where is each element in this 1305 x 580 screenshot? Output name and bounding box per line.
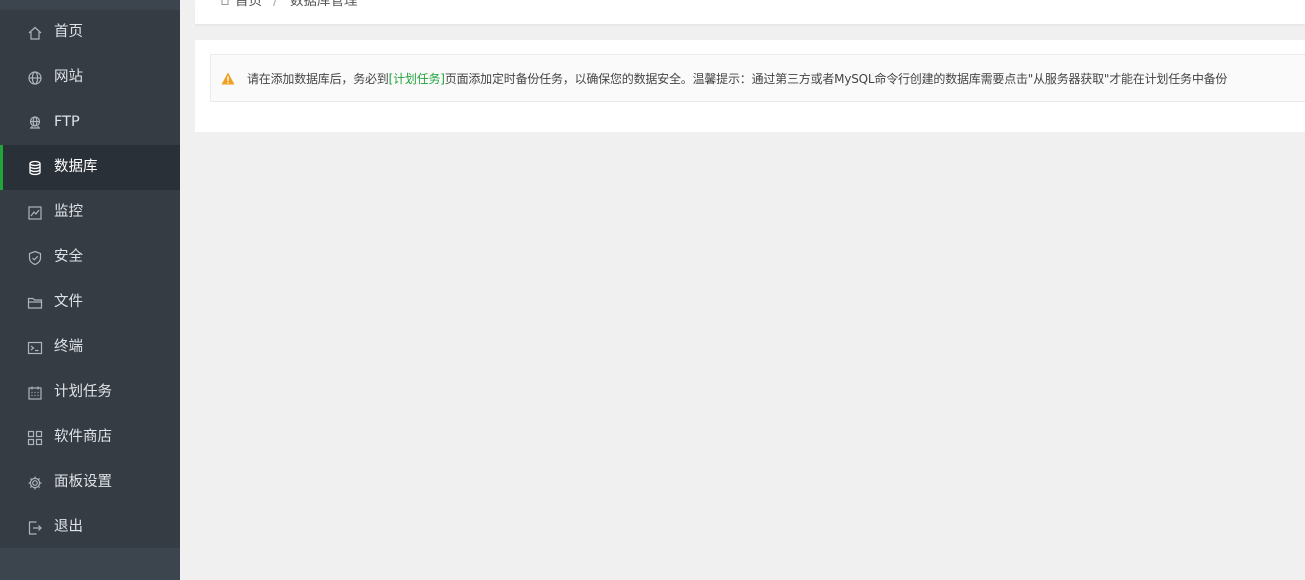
apps-icon [27,430,43,446]
breadcrumb-separator: / [273,0,278,9]
sidebar-item-cron[interactable]: 计划任务 [0,370,180,415]
sidebar: 首页 网站 FTP 数据库 监控 安全 文件 终端 计划任务 软件商店 面板设置… [0,0,180,580]
sidebar-item-label: 安全 [54,249,83,265]
sidebar-item-label: 退出 [54,519,83,535]
sidebar-item-label: 文件 [54,294,83,310]
sidebar-item-ftp[interactable]: FTP [0,100,180,145]
sidebar-item-label: 软件商店 [54,429,112,445]
ftp-icon [27,115,43,131]
sidebar-item-label: 计划任务 [54,384,112,400]
logout-icon [27,520,43,536]
sidebar-nav: 首页 网站 FTP 数据库 监控 安全 文件 终端 计划任务 软件商店 面板设置… [0,0,180,548]
sidebar-item-label: 网站 [54,69,83,85]
terminal-icon [27,340,43,356]
sidebar-item-label: 监控 [54,204,83,220]
shield-icon [27,250,43,266]
sidebar-item-store[interactable]: 软件商店 [0,415,180,460]
main-panel: 请在添加数据库后，务必到[计划任务]页面添加定时备份任务，以确保您的数据安全。温… [195,40,1305,132]
globe-icon [27,70,43,86]
sidebar-item-terminal[interactable]: 终端 [0,325,180,370]
sidebar-item-logout[interactable]: 退出 [0,505,180,550]
database-icon [27,160,43,176]
sidebar-item-label: FTP [54,114,80,130]
alert-message: 请在添加数据库后，务必到[计划任务]页面添加定时备份任务，以确保您的数据安全。温… [247,71,1227,87]
gear-icon [27,475,43,491]
sidebar-item-website[interactable]: 网站 [0,55,180,100]
sidebar-top-strip [0,0,180,10]
breadcrumb-home-link[interactable]: 首页 [235,0,262,10]
sidebar-item-monitor[interactable]: 监控 [0,190,180,235]
alert-text-before: 请在添加数据库后，务必到 [247,72,389,86]
home-icon [219,0,231,6]
backup-warning-alert: 请在添加数据库后，务必到[计划任务]页面添加定时备份任务，以确保您的数据安全。温… [210,54,1305,102]
warning-icon [221,72,235,85]
sidebar-item-settings[interactable]: 面板设置 [0,460,180,505]
breadcrumb: 首页 / 数据库管理 [195,0,1305,25]
sidebar-item-label: 数据库 [54,159,98,175]
home-icon [27,25,43,41]
folder-icon [27,295,43,311]
sidebar-item-database[interactable]: 数据库 [0,145,180,190]
calendar-icon [27,385,43,401]
sidebar-item-files[interactable]: 文件 [0,280,180,325]
alert-text-after: 页面添加定时备份任务，以确保您的数据安全。温馨提示：通过第三方或者MySQL命令… [444,72,1228,86]
sidebar-item-home[interactable]: 首页 [0,10,180,55]
monitor-icon [27,205,43,221]
cron-task-link[interactable]: [计划任务] [389,72,445,86]
breadcrumb-current: 数据库管理 [290,0,358,9]
sidebar-item-security[interactable]: 安全 [0,235,180,280]
sidebar-item-label: 终端 [54,339,83,355]
sidebar-item-label: 面板设置 [54,474,112,490]
sidebar-item-label: 首页 [54,24,83,40]
